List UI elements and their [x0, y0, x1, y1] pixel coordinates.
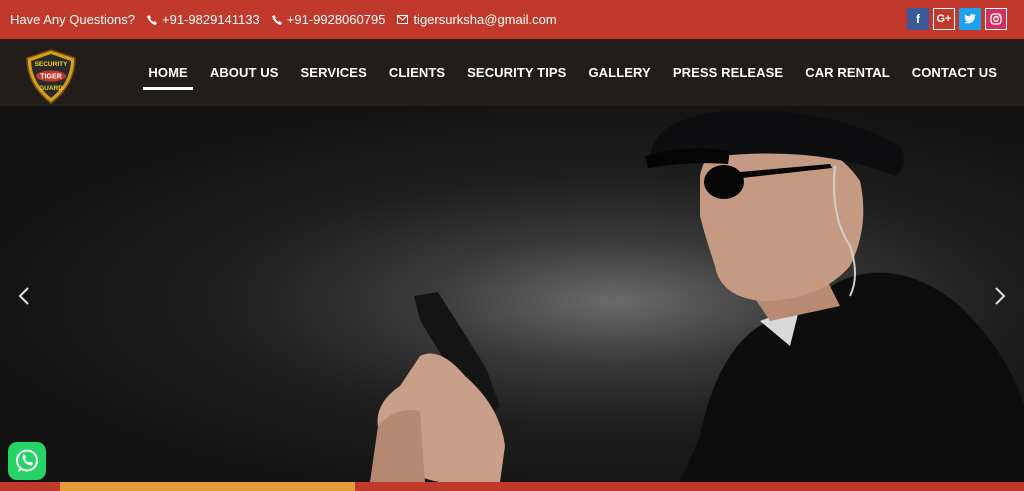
- nav-contact-us[interactable]: CONTACT US: [901, 39, 1008, 106]
- instagram-icon[interactable]: [985, 8, 1007, 30]
- accent-segment: [0, 482, 60, 491]
- top-bar: Have Any Questions? +91-9829141133 +91-9…: [0, 0, 1024, 39]
- social-links: f G+: [907, 8, 1007, 30]
- nav-press-release[interactable]: PRESS RELEASE: [662, 39, 794, 106]
- phone-icon: [271, 14, 282, 25]
- nav-security-tips[interactable]: SECURITY TIPS: [456, 39, 577, 106]
- chevron-left-icon[interactable]: [14, 286, 34, 306]
- menu: HOME ABOUT US SERVICES CLIENTS SECURITY …: [137, 39, 1008, 106]
- google-plus-icon[interactable]: G+: [933, 8, 955, 30]
- logo-line1: SECURITY: [35, 61, 69, 68]
- envelope-icon: [397, 15, 409, 24]
- phone-2-text: +91-9928060795: [286, 12, 386, 27]
- email-link[interactable]: tigersurksha@gmail.com: [397, 12, 557, 27]
- facebook-icon[interactable]: f: [907, 8, 929, 30]
- phone-2[interactable]: +91-9928060795: [271, 12, 386, 27]
- nav-gallery[interactable]: GALLERY: [577, 39, 661, 106]
- phone-icon: [147, 14, 158, 25]
- accent-segment: [60, 482, 355, 491]
- bottom-accent-bar: [0, 482, 1024, 491]
- nav-car-rental[interactable]: CAR RENTAL: [794, 39, 901, 106]
- nav-services[interactable]: SERVICES: [290, 39, 378, 106]
- whatsapp-icon[interactable]: [8, 442, 46, 480]
- security-guard-image: [370, 110, 1024, 482]
- nav-home[interactable]: HOME: [137, 39, 198, 106]
- nav-clients[interactable]: CLIENTS: [378, 39, 456, 106]
- twitter-icon[interactable]: [959, 8, 981, 30]
- phone-1[interactable]: +91-9829141133: [147, 12, 260, 27]
- main-navigation: SECURITY TIGER GUARD HOME ABOUT US SERVI…: [0, 39, 1024, 106]
- accent-segment: [355, 482, 1024, 491]
- email-text: tigersurksha@gmail.com: [413, 12, 557, 27]
- phone-1-text: +91-9829141133: [162, 12, 260, 27]
- nav-about-us[interactable]: ABOUT US: [199, 39, 290, 106]
- hero-slider: [0, 106, 1024, 482]
- chevron-right-icon[interactable]: [990, 286, 1010, 306]
- logo-line2: TIGER: [40, 74, 61, 81]
- questions-label: Have Any Questions?: [10, 12, 136, 27]
- tiger-security-logo[interactable]: SECURITY TIGER GUARD: [25, 49, 77, 104]
- logo-line3: GUARD: [39, 85, 63, 92]
